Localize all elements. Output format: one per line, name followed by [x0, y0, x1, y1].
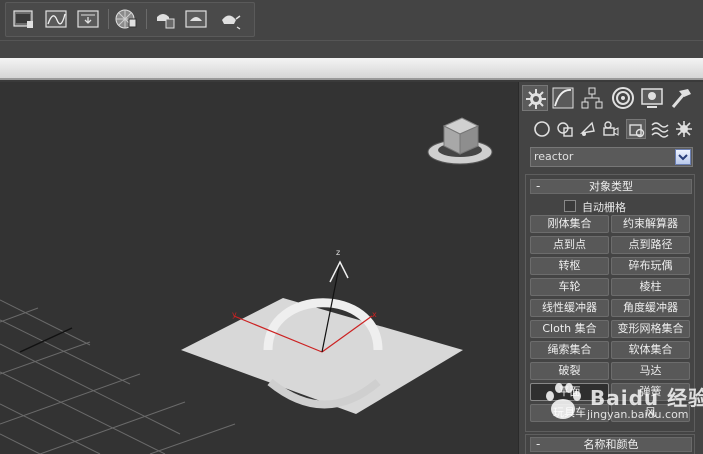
quick-render-icon [185, 10, 207, 28]
shapes-icon [557, 122, 573, 137]
grid-center-line [19, 327, 73, 353]
object-type-button[interactable]: 点到点 [530, 236, 609, 254]
dropdown-arrow-button[interactable] [675, 149, 691, 165]
cameras-icon [603, 121, 619, 136]
quick-render-button[interactable] [184, 8, 208, 30]
object-type-button[interactable]: 约束解算器 [611, 215, 690, 233]
toolbar-separator [146, 9, 147, 29]
chevron-down-icon [678, 154, 688, 161]
object-type-button[interactable]: 车轮 [530, 278, 609, 296]
object-type-rollout-header[interactable]: - 对象类型 [530, 179, 692, 194]
axis-label-z: z [336, 248, 340, 257]
perspective-viewport[interactable]: z x y [0, 82, 518, 454]
object-type-button[interactable]: Cloth 集合 [530, 320, 609, 338]
axis-label-y: y [232, 310, 237, 319]
systems-icon [676, 121, 692, 137]
modify-tab-icon [552, 87, 574, 109]
space-warps-icon [651, 122, 669, 138]
tab-modify[interactable] [550, 85, 576, 111]
object-type-button[interactable]: 马达 [611, 362, 690, 380]
lights-icon [579, 121, 595, 136]
hierarchy-tab-icon [581, 87, 603, 109]
name-color-rollout: - 名称和颜色 [525, 434, 695, 454]
object-type-button[interactable]: 绳索集合 [530, 341, 609, 359]
subtab-systems[interactable] [674, 119, 694, 139]
rollout-title: 名称和颜色 [583, 438, 639, 451]
helpers-icon [629, 124, 645, 138]
reactor-plane-object[interactable] [181, 298, 463, 414]
render-to-texture-icon [77, 10, 99, 28]
object-type-button[interactable]: 转枢 [530, 257, 609, 275]
tab-hierarchy[interactable] [579, 85, 605, 111]
object-type-button[interactable]: 弹簧 [611, 383, 690, 401]
viewcube[interactable] [427, 117, 493, 165]
render-setup-icon [13, 10, 33, 28]
material-editor-icon [115, 9, 137, 29]
activeshade-button[interactable] [218, 8, 242, 30]
object-type-button[interactable]: 刚体集合 [530, 215, 609, 233]
auto-grid-label: 自动栅格 [582, 201, 626, 214]
render-frame-icon [157, 14, 175, 29]
category-dropdown-value: reactor [534, 150, 574, 163]
toolbar-separator [108, 9, 109, 29]
curve-editor-icon [45, 10, 67, 28]
subtab-geometry[interactable] [532, 119, 552, 139]
tab-utilities[interactable] [668, 85, 694, 111]
display-tab-icon [641, 88, 663, 108]
object-type-button[interactable]: 棱柱 [611, 278, 690, 296]
command-panel: reactor - 对象类型 自动栅格 刚体集合 约束解算器 点到点 点到路径 转枢 碎布… [518, 82, 703, 454]
object-type-button[interactable]: 点到路径 [611, 236, 690, 254]
tab-display[interactable] [639, 85, 665, 111]
render-setup-button[interactable] [12, 8, 36, 30]
object-type-button[interactable]: 变形网格集合 [611, 320, 690, 338]
render-to-texture-button[interactable] [76, 8, 100, 30]
material-editor-button[interactable] [114, 8, 138, 30]
object-type-button[interactable]: 破裂 [530, 362, 609, 380]
tab-create[interactable] [522, 85, 548, 111]
subtab-cameras[interactable] [601, 119, 621, 139]
object-type-button[interactable]: 平面 [530, 383, 609, 401]
render-toolbar-group [5, 2, 255, 37]
object-type-button[interactable]: 软体集合 [611, 341, 690, 359]
object-type-button[interactable]: 玩具车 [530, 404, 609, 422]
rollout-title: 对象类型 [589, 180, 633, 193]
object-type-button[interactable]: 碎布玩偶 [611, 257, 690, 275]
name-color-rollout-header[interactable]: - 名称和颜色 [530, 437, 692, 452]
viewport-scene: z x y [0, 117, 493, 454]
status-strip [0, 58, 703, 80]
subtab-helpers[interactable] [626, 119, 646, 139]
axis-label-x: x [372, 310, 377, 319]
object-type-button[interactable]: 角度缓冲器 [611, 299, 690, 317]
curve-editor-button[interactable] [44, 8, 68, 30]
geometry-icon [534, 121, 550, 137]
subtab-lights[interactable] [578, 119, 598, 139]
render-frame-button[interactable] [152, 8, 176, 30]
object-type-rollout: - 对象类型 自动栅格 刚体集合 约束解算器 点到点 点到路径 转枢 碎布玩偶 车轮 棱柱 线性… [525, 174, 695, 432]
ribbon-strip [0, 40, 703, 58]
object-type-button[interactable]: 线性缓冲器 [530, 299, 609, 317]
motion-tab-icon [612, 87, 634, 109]
subtab-shapes[interactable] [555, 119, 575, 139]
gizmo-z-arrow [329, 260, 349, 283]
category-dropdown[interactable]: reactor [530, 147, 693, 167]
tab-motion[interactable] [610, 85, 636, 111]
checkbox-box[interactable] [564, 200, 576, 212]
activeshade-teapot-icon [222, 15, 241, 30]
object-type-button[interactable]: 风 [611, 404, 690, 422]
subtab-space-warps[interactable] [650, 119, 670, 139]
main-toolbar [0, 0, 703, 40]
utilities-tab-icon [671, 89, 691, 108]
create-tab-icon [526, 89, 546, 109]
home-grid [0, 299, 236, 454]
